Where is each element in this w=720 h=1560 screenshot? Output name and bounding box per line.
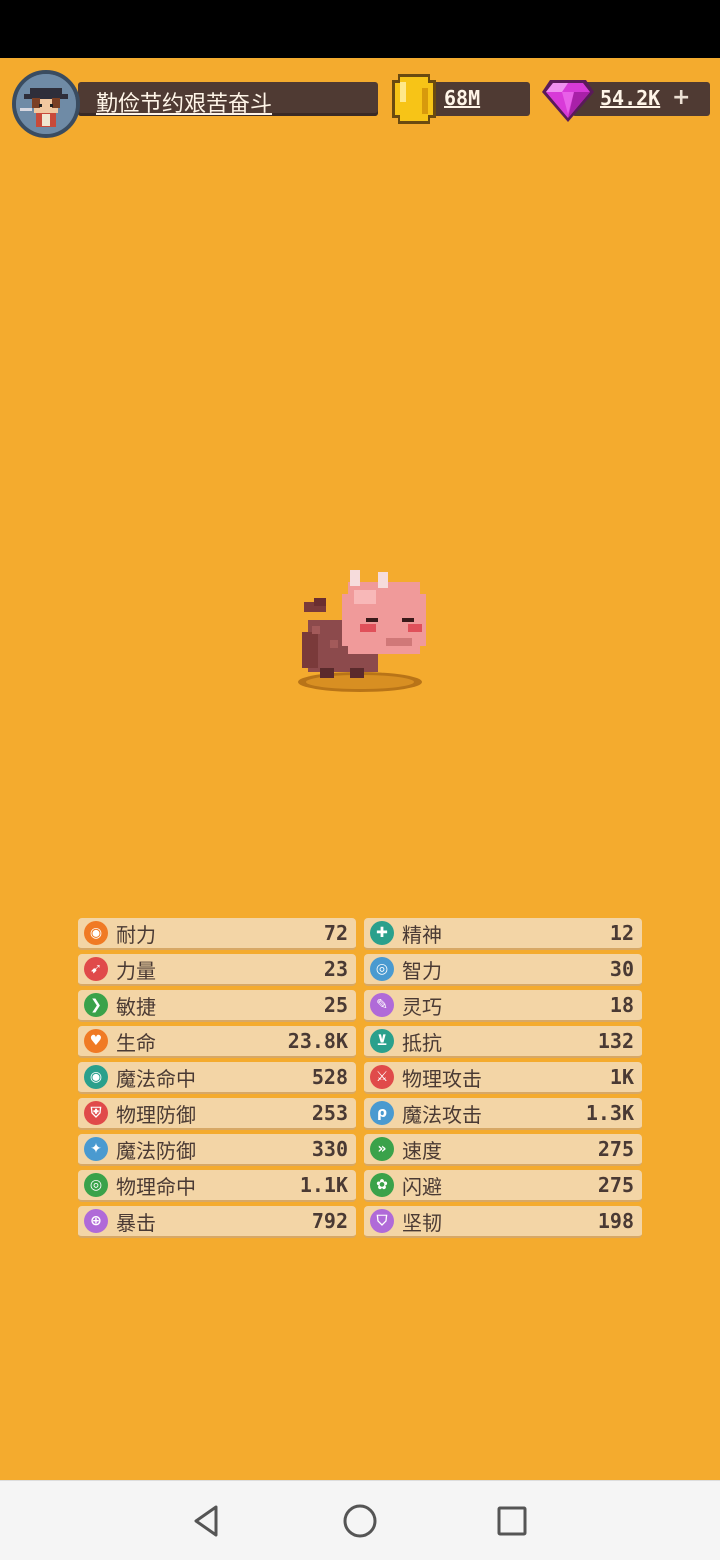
stat-agility: ❯ 敏捷 25 [78,990,356,1022]
stat-value: 198 [597,1209,634,1233]
stat-resistance: ⊻ 抵抗 132 [364,1026,642,1058]
stat-value: 330 [311,1137,348,1161]
stat-toughness: ⛉ 坚韧 198 [364,1206,642,1238]
stat-magic-defense: ✦ 魔法防御 330 [78,1134,356,1166]
stat-physical-defense: ⛨ 物理防御 253 [78,1098,356,1130]
heart-icon: ♥ [84,1029,108,1053]
stat-value: 23.8K [287,1029,348,1053]
coin-count: 68M [444,86,481,110]
player-name-bar[interactable]: 勤俭节约艰苦奋斗 [78,82,378,117]
gold-coin-icon [392,74,436,124]
stat-value: 275 [597,1173,634,1197]
stat-label: 魔法命中 [116,1066,196,1091]
stat-value: 23 [323,957,348,981]
magic-defense-icon: ✦ [84,1137,108,1161]
stat-label: 抵抗 [402,1030,442,1055]
stat-label: 速度 [402,1138,442,1163]
stat-spirit: ✚ 精神 12 [364,918,642,950]
magic-hit-icon: ◉ [84,1065,108,1089]
stat-physical-hit: ◎ 物理命中 1.1K [78,1170,356,1202]
stat-label: 智力 [402,958,442,983]
stat-value: 792 [311,1209,348,1233]
spirit-icon: ✚ [370,921,394,945]
speed-icon: » [370,1137,394,1161]
stat-label: 力量 [116,958,156,983]
home-circle-icon [343,1504,377,1538]
recents-button[interactable] [490,1499,534,1543]
avatar-portrait-icon [16,74,76,134]
stat-value: 18 [609,993,634,1017]
stat-label: 灵巧 [402,994,442,1019]
strength-icon: ➹ [84,957,108,981]
back-button[interactable] [184,1499,228,1543]
endurance-icon: ◉ [84,921,108,945]
stat-label: 坚韧 [402,1210,442,1235]
physical-defense-icon: ⛨ [84,1101,108,1125]
gem-count: 54.2K [600,86,661,110]
player-avatar[interactable] [12,70,80,138]
add-gems-button[interactable]: + [672,85,690,110]
stat-value: 1.1K [299,1173,348,1197]
stat-dodge: ✿ 闪避 275 [364,1170,642,1202]
dexterity-icon: ✎ [370,993,394,1017]
physical-attack-icon: ⚔ [370,1065,394,1089]
stat-value: 72 [323,921,348,945]
stat-life: ♥ 生命 23.8K [78,1026,356,1058]
recents-square-icon [497,1506,527,1536]
agility-icon: ❯ [84,993,108,1017]
stats-panel: ◉ 耐力 72 ✚ 精神 12 ➹ 力量 23 ◎ 智力 30 ❯ 敏捷 25 … [78,918,642,1238]
intelligence-icon: ◎ [370,957,394,981]
stat-label: 物理防御 [116,1102,196,1127]
stat-label: 物理命中 [116,1174,196,1199]
stat-value: 12 [609,921,634,945]
stat-value: 25 [323,993,348,1017]
stat-value: 30 [609,957,634,981]
stat-value: 275 [597,1137,634,1161]
magic-attack-icon: ρ [370,1101,394,1125]
home-button[interactable] [338,1499,382,1543]
stat-label: 敏捷 [116,994,156,1019]
dodge-icon: ✿ [370,1173,394,1197]
system-nav-bar [0,1480,720,1560]
crit-icon: ⊕ [84,1209,108,1233]
stat-value: 1.3K [585,1101,634,1125]
stat-intelligence: ◎ 智力 30 [364,954,642,986]
stat-label: 魔法防御 [116,1138,196,1163]
stat-value: 528 [311,1065,348,1089]
back-triangle-icon [194,1505,218,1537]
player-name: 勤俭节约艰苦奋斗 [96,92,273,117]
stat-label: 暴击 [116,1210,156,1235]
stat-magic-hit: ◉ 魔法命中 528 [78,1062,356,1094]
physical-hit-icon: ◎ [84,1173,108,1197]
purple-gem-icon [542,80,594,122]
stat-endurance: ◉ 耐力 72 [78,918,356,950]
stat-label: 精神 [402,922,442,947]
stat-physical-attack: ⚔ 物理攻击 1K [364,1062,642,1094]
stat-strength: ➹ 力量 23 [78,954,356,986]
stat-crit: ⊕ 暴击 792 [78,1206,356,1238]
stat-value: 132 [597,1029,634,1053]
stat-label: 魔法攻击 [402,1102,482,1127]
resistance-icon: ⊻ [370,1029,394,1053]
toughness-icon: ⛉ [370,1209,394,1233]
stat-label: 生命 [116,1030,156,1055]
stat-label: 物理攻击 [402,1066,482,1091]
stat-value: 1K [609,1065,634,1089]
stat-dexterity: ✎ 灵巧 18 [364,990,642,1022]
stat-label: 闪避 [402,1174,442,1199]
pet-creature[interactable] [290,568,430,698]
status-bar [0,0,720,58]
stat-speed: » 速度 275 [364,1134,642,1166]
stat-label: 耐力 [116,922,156,947]
game-screen: 勤俭节约艰苦奋斗 68M 54.2K + ◉ 耐力 72 ✚ 精神 12 ➹ 力… [0,58,720,1480]
stat-magic-attack: ρ 魔法攻击 1.3K [364,1098,642,1130]
stat-value: 253 [311,1101,348,1125]
